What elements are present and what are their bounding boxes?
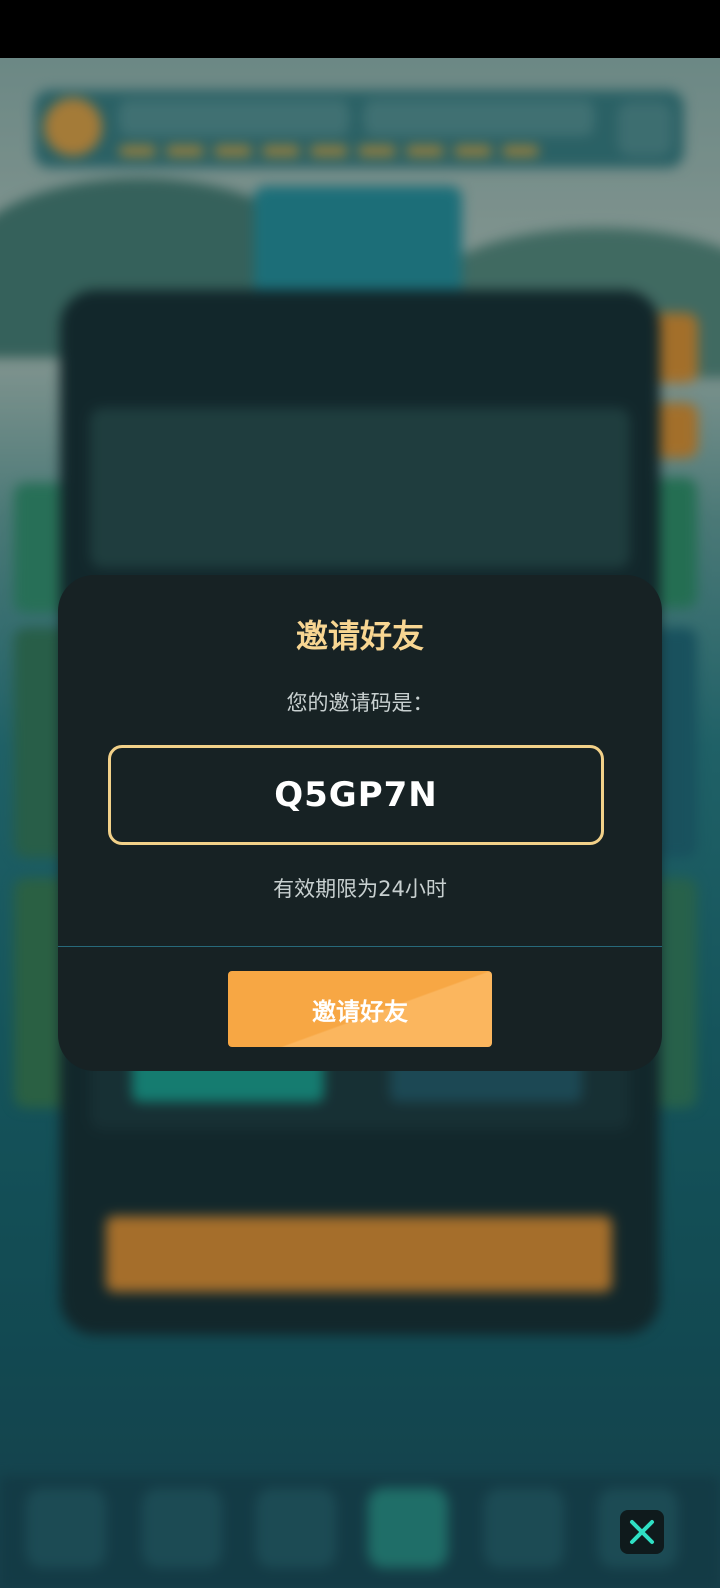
invite-code: Q5GP7N bbox=[274, 775, 438, 815]
modal-title: 邀请好友 bbox=[295, 617, 424, 655]
invite-code-label: 您的邀请码是： bbox=[286, 691, 434, 715]
divider bbox=[58, 946, 662, 947]
status-bar bbox=[0, 0, 720, 58]
invite-friends-modal: 邀请好友 您的邀请码是： Q5GP7N 有效期限为24小时 邀请好友 bbox=[58, 575, 662, 1071]
validity-text: 有效期限为24小时 bbox=[273, 877, 447, 901]
close-icon bbox=[630, 1520, 654, 1544]
close-button[interactable] bbox=[620, 1510, 664, 1554]
invite-code-box: Q5GP7N bbox=[108, 745, 604, 845]
invite-friends-button[interactable]: 邀请好友 bbox=[228, 971, 492, 1047]
